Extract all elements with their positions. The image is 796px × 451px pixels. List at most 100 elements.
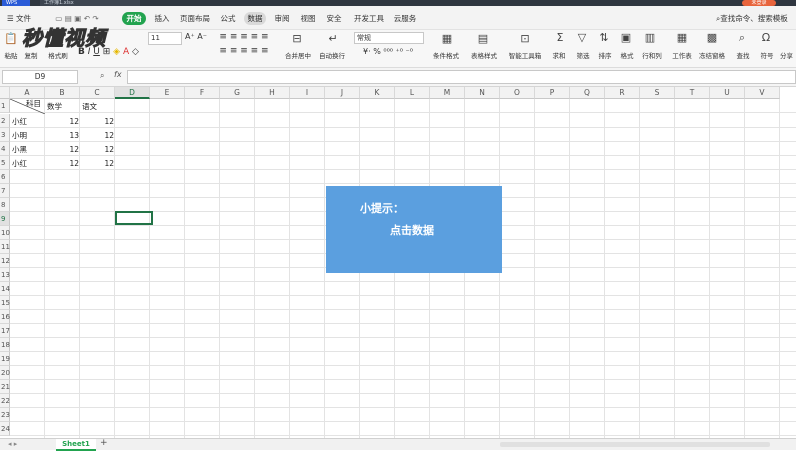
select-all-corner[interactable]: [0, 87, 10, 99]
row-header-2[interactable]: 2: [0, 114, 10, 128]
row-header-4[interactable]: 4: [0, 142, 10, 156]
row-header-19[interactable]: 19: [0, 352, 10, 366]
align-top-toolbar[interactable]: ≡ ≡ ≡ ≡ ≡: [214, 32, 274, 42]
tab-security[interactable]: 安全: [324, 12, 344, 25]
tab-nav-icons[interactable]: ◂ ▸: [8, 440, 17, 448]
row-header-5[interactable]: 5: [0, 156, 10, 170]
merge-center-button[interactable]: 合并居中: [282, 50, 314, 60]
number-format-toolbar[interactable]: ¥· % ⁰⁰⁰ ⁺⁰ ⁻⁰: [354, 47, 422, 56]
row-header-11[interactable]: 11: [0, 240, 10, 254]
cell-b3[interactable]: 13: [45, 129, 79, 143]
row-header-15[interactable]: 15: [0, 296, 10, 310]
tab-cloud[interactable]: 云服务: [392, 12, 418, 25]
paste-icon[interactable]: 📋: [4, 32, 18, 45]
column-header-h[interactable]: H: [255, 87, 290, 99]
column-header-o[interactable]: O: [500, 87, 535, 99]
smart-toolbox-icon[interactable]: ⊡: [518, 32, 532, 45]
wrap-text-button[interactable]: 自动换行: [316, 50, 348, 60]
format-icon[interactable]: ▣: [620, 31, 632, 44]
share-button[interactable]: 分享: [780, 50, 796, 60]
freeze-icon[interactable]: ▩: [706, 31, 718, 44]
column-header-t[interactable]: T: [675, 87, 710, 99]
sum-button[interactable]: 求和: [548, 50, 570, 60]
row-header-3[interactable]: 3: [0, 128, 10, 142]
column-header-p[interactable]: P: [535, 87, 570, 99]
cell-a5[interactable]: 小红: [12, 157, 27, 171]
column-header-q[interactable]: Q: [570, 87, 605, 99]
name-box[interactable]: D9: [2, 70, 78, 84]
column-header-s[interactable]: S: [640, 87, 675, 99]
number-format-select[interactable]: 常规: [354, 32, 424, 44]
cell-b4[interactable]: 12: [45, 143, 79, 157]
row-header-10[interactable]: 10: [0, 226, 10, 240]
cell-c1[interactable]: 语文: [82, 100, 97, 114]
column-header-v[interactable]: V: [745, 87, 780, 99]
worksheet-button[interactable]: 工作表: [668, 50, 696, 60]
row-header-6[interactable]: 6: [0, 170, 10, 184]
selected-cell-d9[interactable]: [115, 211, 153, 225]
font-size-select[interactable]: 11: [148, 32, 182, 45]
horizontal-scrollbar[interactable]: [500, 442, 770, 447]
format-button[interactable]: 格式: [616, 50, 638, 60]
symbol-button[interactable]: 符号: [756, 50, 778, 60]
column-header-b[interactable]: B: [45, 87, 80, 99]
column-header-n[interactable]: N: [465, 87, 500, 99]
row-header-18[interactable]: 18: [0, 338, 10, 352]
filter-button[interactable]: 筛选: [572, 50, 594, 60]
row-header-20[interactable]: 20: [0, 366, 10, 380]
column-header-l[interactable]: L: [395, 87, 430, 99]
table-style-icon[interactable]: ▤: [476, 32, 490, 45]
row-header-23[interactable]: 23: [0, 408, 10, 422]
tab-insert[interactable]: 插入: [152, 12, 172, 25]
formula-input[interactable]: [127, 70, 796, 84]
column-header-e[interactable]: E: [150, 87, 185, 99]
cell-c5[interactable]: 12: [80, 157, 114, 171]
freeze-button[interactable]: 冻结窗格: [696, 50, 728, 60]
align-toolbar[interactable]: ≡ ≡ ≡ ≡ ≡: [214, 46, 274, 56]
row-header-12[interactable]: 12: [0, 254, 10, 268]
column-header-d[interactable]: D: [115, 87, 150, 99]
merge-center-icon[interactable]: ⊟: [290, 32, 304, 45]
filter-icon[interactable]: ▽: [576, 31, 588, 44]
row-header-24[interactable]: 24: [0, 422, 10, 436]
cell-a2[interactable]: 小红: [12, 115, 27, 129]
column-header-r[interactable]: R: [605, 87, 640, 99]
tab-review[interactable]: 审阅: [272, 12, 292, 25]
rows-cols-icon[interactable]: ▥: [644, 31, 656, 44]
fx-label[interactable]: fx: [114, 70, 122, 79]
font-grow-icon[interactable]: A⁺ A⁻: [182, 32, 210, 41]
worksheet-icon[interactable]: ▦: [676, 31, 688, 44]
cell-b2[interactable]: 12: [45, 115, 79, 129]
column-header-j[interactable]: J: [325, 87, 360, 99]
cell-b1[interactable]: 数学: [47, 100, 62, 114]
rows-cols-button[interactable]: 行和列: [638, 50, 666, 60]
column-header-g[interactable]: G: [220, 87, 255, 99]
column-header-k[interactable]: K: [360, 87, 395, 99]
tab-page-layout[interactable]: 页面布局: [178, 12, 212, 25]
tab-developer[interactable]: 开发工具: [352, 12, 386, 25]
column-header-f[interactable]: F: [185, 87, 220, 99]
cell-c3[interactable]: 12: [80, 129, 114, 143]
tab-data[interactable]: 数据: [244, 12, 266, 25]
find-button[interactable]: 查找: [732, 50, 754, 60]
column-header-m[interactable]: M: [430, 87, 465, 99]
row-header-8[interactable]: 8: [0, 198, 10, 212]
row-header-13[interactable]: 13: [0, 268, 10, 282]
cell-c2[interactable]: 12: [80, 115, 114, 129]
sort-button[interactable]: 排序: [594, 50, 616, 60]
sheet1-tab[interactable]: Sheet1: [56, 439, 96, 451]
search-box[interactable]: ⌕查找命令、搜索模板: [716, 12, 794, 25]
conditional-format-icon[interactable]: ▦: [440, 32, 454, 45]
smart-toolbox-button[interactable]: 智能工具箱: [504, 50, 546, 60]
sort-icon[interactable]: ⇅: [598, 31, 610, 44]
cell-a3[interactable]: 小明: [12, 129, 27, 143]
tab-view[interactable]: 视图: [298, 12, 318, 25]
cell-b5[interactable]: 12: [45, 157, 79, 171]
tab-formula[interactable]: 公式: [218, 12, 238, 25]
row-header-17[interactable]: 17: [0, 324, 10, 338]
row-header-9[interactable]: 9: [0, 212, 10, 226]
table-style-button[interactable]: 表格样式: [466, 50, 502, 60]
wrap-text-icon[interactable]: ↵: [326, 32, 340, 45]
sum-icon[interactable]: Σ: [554, 31, 566, 44]
find-icon[interactable]: ⌕: [736, 31, 748, 45]
